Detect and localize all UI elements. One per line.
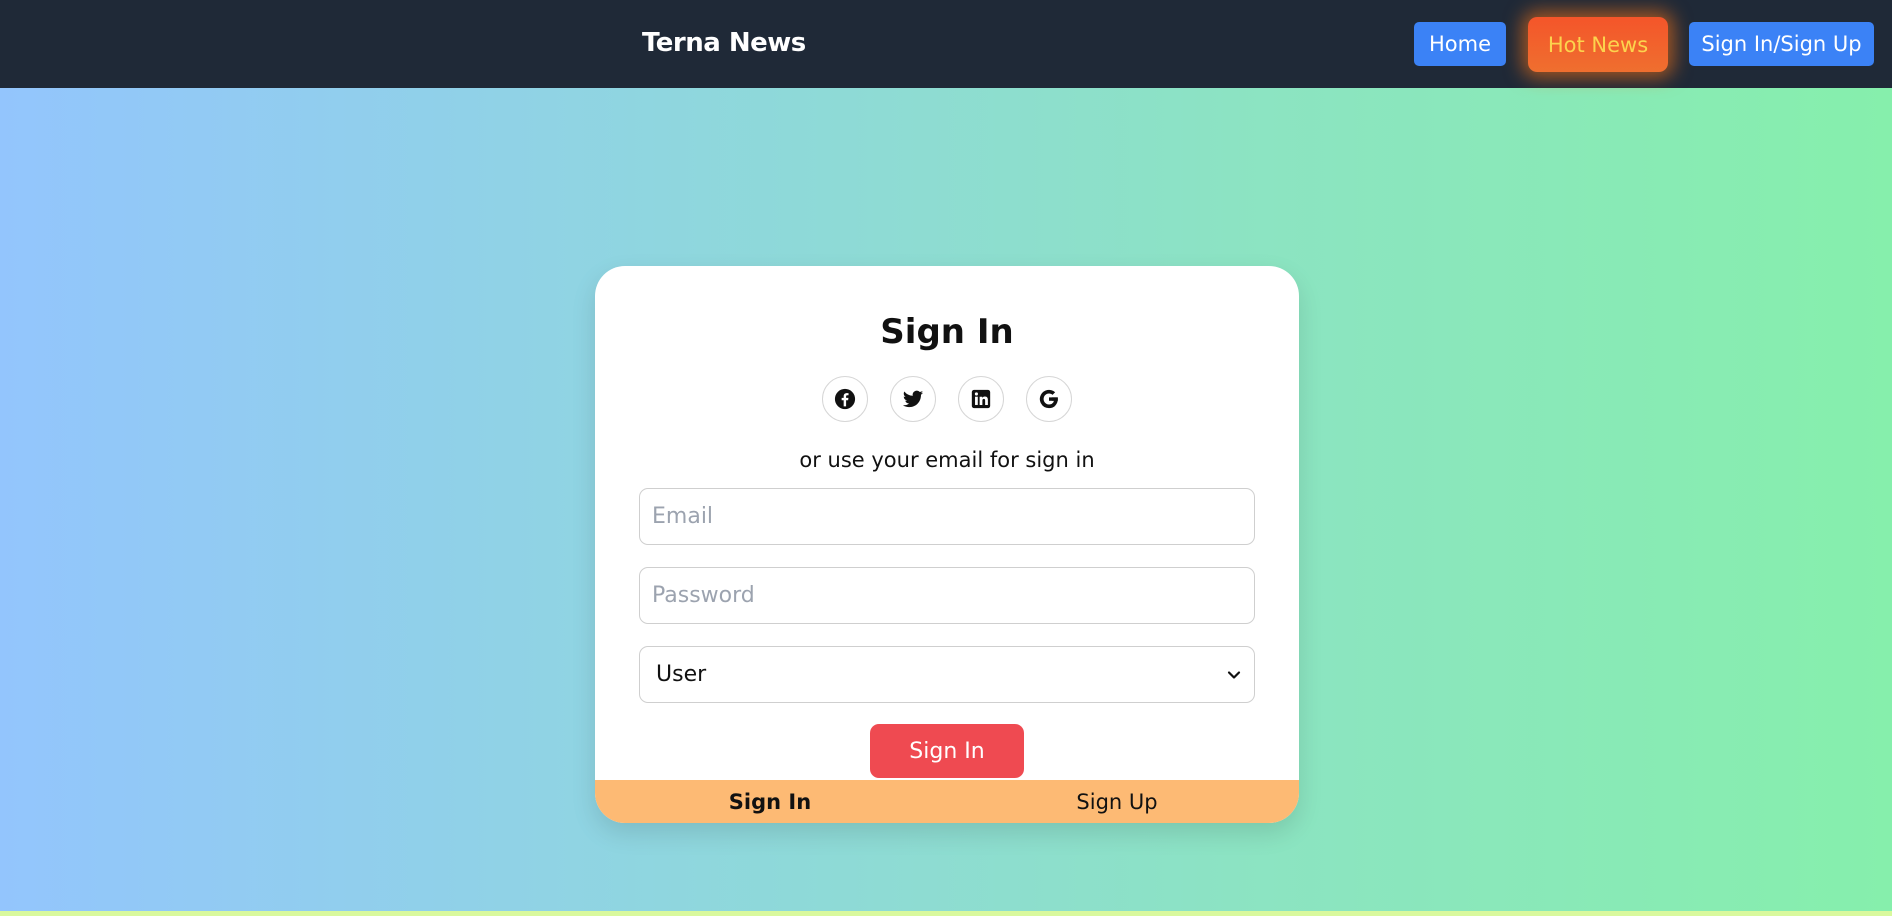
hot-news-button[interactable]: Hot News	[1528, 17, 1668, 72]
home-button[interactable]: Home	[1414, 22, 1506, 66]
email-field[interactable]	[639, 488, 1255, 545]
email-hint-text: or use your email for sign in	[799, 448, 1095, 472]
chevron-down-icon	[1227, 671, 1241, 679]
sign-in-submit-button[interactable]: Sign In	[870, 724, 1024, 778]
brand-title: Terna News	[642, 28, 806, 58]
tab-sign-up[interactable]: Sign Up	[1032, 780, 1202, 823]
role-select[interactable]: User	[639, 646, 1255, 703]
twitter-icon[interactable]	[890, 376, 936, 422]
auth-tab-bar: Sign In Sign Up	[595, 780, 1299, 823]
signin-card: Sign In or use your email for sign in Us…	[595, 266, 1299, 823]
facebook-icon[interactable]	[822, 376, 868, 422]
tab-sign-in[interactable]: Sign In	[685, 780, 855, 823]
sign-in-sign-up-button[interactable]: Sign In/Sign Up	[1689, 22, 1874, 66]
password-field[interactable]	[639, 567, 1255, 624]
role-select-value: User	[656, 662, 707, 687]
signin-title: Sign In	[880, 312, 1014, 352]
linkedin-icon[interactable]	[958, 376, 1004, 422]
page-bottom-edge	[0, 911, 1892, 916]
top-navbar: Terna News Home Hot News Sign In/Sign Up	[0, 0, 1892, 88]
google-icon[interactable]	[1026, 376, 1072, 422]
